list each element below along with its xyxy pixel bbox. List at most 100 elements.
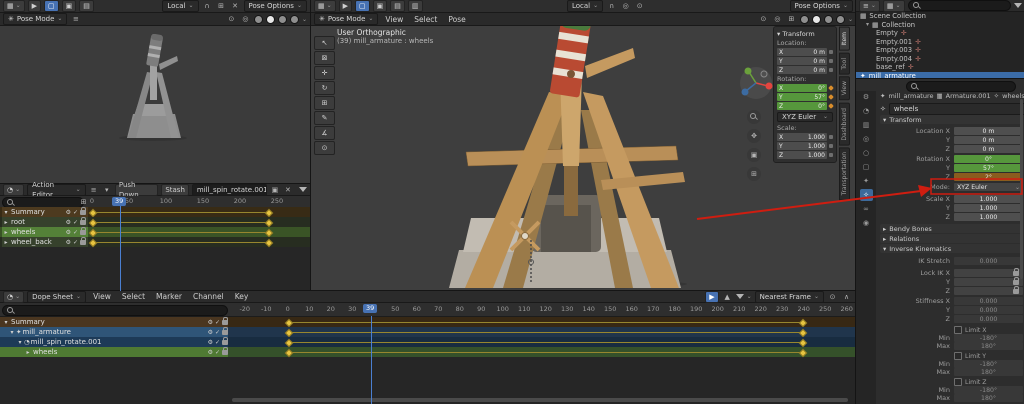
keyframe-area[interactable] — [88, 207, 310, 217]
rotation-row[interactable]: Z2° — [876, 173, 1023, 181]
scale-row[interactable]: Y1.000 — [876, 204, 1023, 212]
transform-orientation-dropdown[interactable]: Local⌄ — [567, 0, 603, 12]
lock-icon[interactable] — [222, 350, 228, 355]
keyframe-area[interactable] — [230, 317, 855, 327]
transform-orientation-dropdown[interactable]: Local⌄ — [162, 0, 198, 12]
rotation-field-row[interactable]: X0° — [777, 84, 833, 92]
overlays-icon[interactable]: ◎ — [240, 14, 251, 24]
tab-tool-icon[interactable]: ⚙ — [860, 91, 873, 103]
mode-dropdown[interactable]: ✳ Pose Mode⌄ — [3, 13, 67, 25]
limit-checkbox[interactable] — [954, 352, 962, 360]
limit-min-row[interactable]: Min-180° — [876, 360, 1023, 368]
channel-row[interactable]: ▾ Summary ⚙ ✓ — [0, 317, 855, 327]
tool-button[interactable]: ⊙ — [314, 141, 335, 155]
keyframe-area[interactable] — [230, 327, 855, 337]
breadcrumb-object[interactable]: mill_armature — [888, 92, 933, 100]
hamburger-menu-icon[interactable]: ≡ — [89, 185, 99, 195]
editor-type-button[interactable]: ▦⌄ — [3, 0, 25, 12]
expand-icon[interactable]: ▾ — [16, 339, 24, 346]
material-shading-icon[interactable] — [278, 15, 287, 24]
key-menu[interactable]: Key — [231, 292, 253, 301]
expand-icon[interactable]: ▾ — [8, 329, 16, 336]
outliner-item[interactable]: Empty ✛ — [856, 29, 1024, 38]
display-mode-button[interactable]: ▦⌄ — [883, 0, 905, 12]
lock-icon[interactable] — [222, 330, 228, 335]
tab-physics-icon[interactable]: ◉ — [860, 217, 873, 229]
outliner-search-input[interactable] — [908, 0, 1011, 11]
keyframe-diamond-start[interactable] — [89, 208, 97, 216]
location-row[interactable]: Location X0 m — [876, 127, 1023, 135]
modifier-wrench-icon[interactable]: ⚙ — [66, 229, 71, 236]
overlays-icon[interactable]: ◎ — [772, 14, 783, 24]
location-field-row[interactable]: Y0 m — [777, 57, 833, 65]
channel-toggles[interactable]: ⚙ ✓ — [208, 349, 228, 356]
sidebar-tab[interactable]: Dashboard — [839, 103, 850, 146]
tab-render-icon[interactable]: ◔ — [860, 105, 873, 117]
expand-icon[interactable]: ▸ — [2, 219, 10, 226]
expand-icon[interactable]: ▾ — [2, 319, 10, 326]
expand-icon[interactable]: ▸ — [24, 349, 32, 356]
proportional-edit-icon[interactable]: ◎ — [620, 1, 631, 11]
channel-name[interactable]: root — [11, 218, 25, 226]
shading-dropdown-icon[interactable]: ⌄ — [848, 16, 853, 23]
outliner-collection[interactable]: ▾ ▦ Collection — [856, 21, 1024, 30]
limit-min-row[interactable]: Min-180° — [876, 334, 1023, 342]
lock-icon[interactable] — [80, 230, 86, 235]
mute-check-icon[interactable]: ✓ — [215, 329, 220, 336]
modifier-wrench-icon[interactable]: ⚙ — [208, 339, 213, 346]
channel-name[interactable]: mill_spin_rotate.001 — [31, 338, 102, 346]
rotation-field-row[interactable]: Y57° — [777, 93, 833, 101]
current-frame-badge[interactable]: 39 — [363, 304, 377, 313]
horizontal-scrollbar[interactable] — [232, 398, 848, 402]
location-field-row[interactable]: Z0 m — [777, 66, 833, 74]
keyframe-diamond-end[interactable] — [265, 218, 273, 226]
outliner-item[interactable]: Empty.004 ✛ — [856, 55, 1024, 64]
bone-name-field[interactable]: wheels — [889, 103, 1024, 115]
sculpt-mode-icon[interactable]: ▤ — [79, 0, 94, 12]
transform-section-header[interactable]: ▾Transform — [880, 115, 1023, 124]
frame-ruler[interactable]: 050100150200250 — [74, 197, 296, 205]
lock-icon[interactable] — [80, 210, 86, 215]
auto-keying-icon[interactable]: ∧ — [841, 292, 852, 302]
scale-row[interactable]: Z1.000 — [876, 213, 1023, 221]
tab-world-icon[interactable]: ○ — [860, 147, 873, 159]
mute-check-icon[interactable]: ✓ — [73, 229, 78, 236]
paint-mode-icon[interactable]: ▥ — [408, 0, 423, 12]
lock-icon[interactable] — [1013, 271, 1019, 276]
keyframe-diamond-start[interactable] — [89, 238, 97, 246]
channel-row[interactable]: ▸ root ⚙ ✓ — [0, 217, 310, 227]
modifier-wrench-icon[interactable]: ⚙ — [208, 329, 213, 336]
keyframe-diamond-end[interactable] — [799, 338, 807, 346]
modifier-wrench-icon[interactable]: ⚙ — [66, 219, 71, 226]
tab-object-icon[interactable]: ▢ — [860, 161, 873, 173]
inverse-kinematics-section[interactable]: ▾Inverse Kinematics — [880, 244, 1023, 253]
rotation-field-row[interactable]: Z0° — [777, 102, 833, 110]
play-mode-icon[interactable]: ▶ — [339, 0, 352, 12]
close-icon[interactable]: ✕ — [230, 1, 241, 11]
ortho-grid-icon[interactable]: ⊞ — [747, 167, 761, 181]
channel-toggles[interactable]: ⚙ ✓ — [208, 339, 228, 346]
bendy-bones-section[interactable]: ▸Bendy Bones — [880, 224, 1023, 233]
view-menu[interactable]: View — [381, 15, 407, 24]
channel-name[interactable]: mill_armature — [22, 328, 71, 336]
dope-sheet-mode-dropdown[interactable]: Dope Sheet⌄ — [27, 291, 86, 303]
stiffness-row[interactable]: Stiffness X0.000 — [876, 297, 1023, 305]
current-frame-badge[interactable]: 39 — [112, 197, 126, 206]
axis-navigation-gizmo[interactable] — [739, 66, 773, 100]
scale-field-row[interactable]: X1.000 — [777, 133, 833, 141]
channel-name[interactable]: wheel_back — [11, 238, 52, 246]
breadcrumb-armature[interactable]: Armature.001 — [946, 92, 991, 100]
wireframe-shading-icon[interactable] — [254, 15, 263, 24]
limit-checkbox[interactable] — [954, 326, 962, 334]
lock-icon[interactable] — [222, 320, 228, 325]
scale-row[interactable]: Scale X1.000 — [876, 195, 1023, 203]
hamburger-menu-icon[interactable]: ≡ — [70, 14, 81, 24]
wireframe-shading-icon[interactable] — [800, 15, 809, 24]
editor-type-button[interactable]: ◔⌄ — [3, 291, 24, 303]
tool-button[interactable]: ↻ — [314, 81, 335, 95]
play-mode-icon[interactable]: ▶ — [28, 0, 41, 12]
pose-options-dropdown[interactable]: Pose Options⌄ — [790, 0, 853, 12]
mute-check-icon[interactable]: ✓ — [215, 339, 220, 346]
filter-funnel-icon[interactable] — [299, 187, 307, 192]
keyframe-area[interactable] — [88, 237, 310, 247]
